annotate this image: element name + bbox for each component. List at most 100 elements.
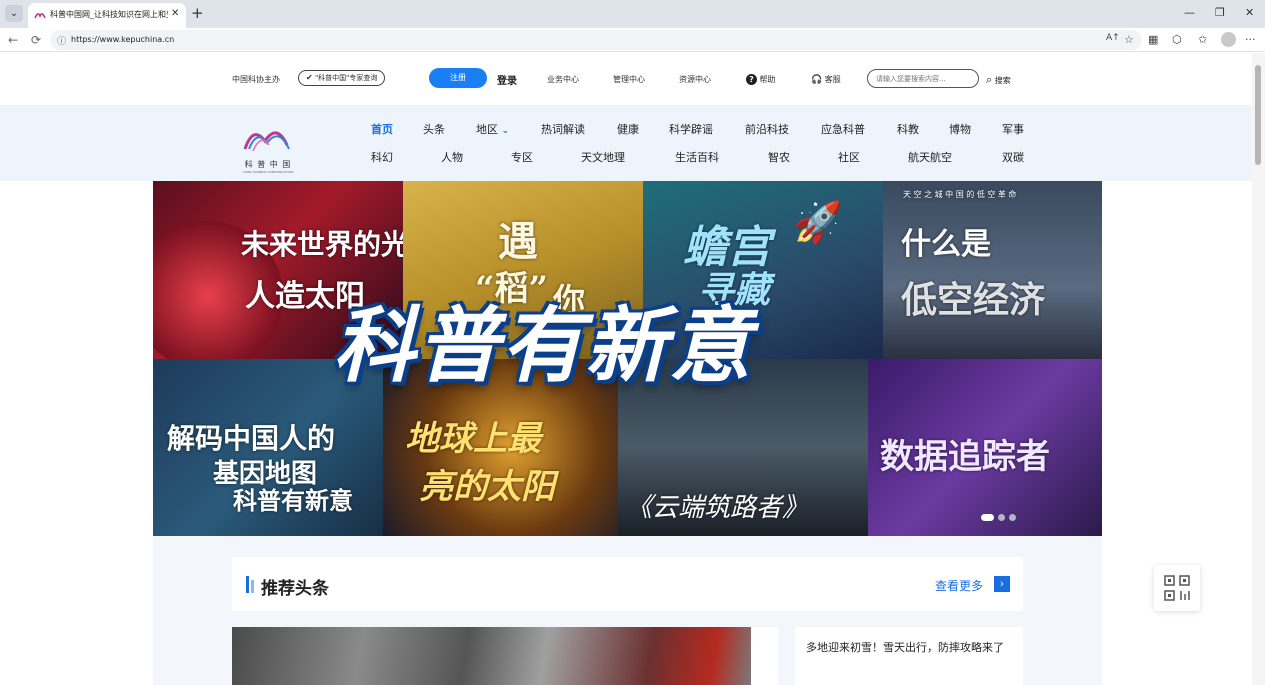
carousel-dot-2[interactable]	[998, 514, 1005, 521]
page-scrollbar[interactable]	[1252, 53, 1265, 685]
maximize-button[interactable]: ❐	[1215, 6, 1225, 19]
banner-text-p4-line1: 什么是	[901, 227, 991, 262]
nav-museum[interactable]: 博物	[949, 121, 971, 137]
login-link[interactable]: 登录	[497, 72, 517, 87]
resource-center-link[interactable]: 资源中心	[679, 74, 711, 85]
search-label: 搜索	[994, 76, 1011, 85]
headset-icon: 🎧	[811, 75, 823, 85]
chevron-right-icon[interactable]: ›	[994, 576, 1010, 592]
nav-scifi[interactable]: 科幻	[371, 149, 393, 165]
view-more-link[interactable]: 查看更多	[935, 577, 983, 594]
nav-frontier[interactable]: 前沿科技	[745, 121, 789, 137]
business-center-link[interactable]: 业务中心	[547, 74, 579, 85]
nav-health[interactable]: 健康	[617, 121, 639, 137]
extensions-puzzle-icon[interactable]: ⬡	[1172, 33, 1182, 46]
close-window-button[interactable]: ✕	[1245, 6, 1254, 19]
favorites-icon[interactable]: ✩	[1198, 33, 1207, 46]
banner-text-p5-line1: 解码中国人的	[167, 422, 336, 455]
nav-emergency[interactable]: 应急科普	[821, 121, 865, 137]
title-accent-bar	[246, 576, 249, 593]
help-icon: ?	[746, 74, 757, 85]
nav-life[interactable]: 生活百科	[675, 149, 719, 165]
nav-community[interactable]: 社区	[838, 149, 860, 165]
image-gap	[751, 627, 778, 685]
banner-text-p4-top: 天 空 之 城 中 国 的 低 空 革 命	[903, 190, 1017, 199]
search-button[interactable]: ⌕ 搜索	[986, 73, 1011, 87]
logo-emblem-icon	[243, 131, 290, 152]
nav-education[interactable]: 科教	[897, 121, 919, 137]
tab-close-icon[interactable]: ✕	[171, 8, 179, 19]
back-icon[interactable]: ←	[8, 33, 18, 47]
tab-title: 科普中国网_让科技知识在网上和生	[50, 10, 168, 19]
new-tab-button[interactable]: +	[191, 4, 204, 22]
nav-special[interactable]: 专区	[511, 149, 533, 165]
minimize-button[interactable]: —	[1184, 6, 1195, 19]
carousel-dots	[981, 506, 1020, 525]
nav-region[interactable]: 地区 ⌄	[476, 121, 509, 137]
active-tab[interactable]: 科普中国网_让科技知识在网上和生 ✕	[28, 3, 186, 28]
nav-people[interactable]: 人物	[441, 149, 463, 165]
admin-center-link[interactable]: 管理中心	[613, 74, 645, 85]
nav-home[interactable]: 首页	[371, 121, 393, 137]
recommend-header: 推荐头条 查看更多 ›	[232, 557, 1023, 611]
carousel-dot-1[interactable]	[981, 514, 994, 521]
help-label: 帮助	[759, 75, 776, 84]
expert-query-button[interactable]: ✔ "科普中国"专家查询	[298, 70, 386, 86]
profile-avatar[interactable]	[1221, 32, 1236, 47]
more-menu-icon[interactable]: ···	[1245, 33, 1256, 46]
nav-astronomy[interactable]: 天文地理	[581, 149, 625, 165]
url-text[interactable]: https://www.kepuchina.cn	[71, 35, 174, 44]
nav-aerospace[interactable]: 航天航空	[908, 149, 952, 165]
logo-text-en: CHINA SCIENCE COMMUNICATION	[242, 170, 294, 174]
title-accent-bar-2	[251, 580, 254, 593]
carousel-dot-3[interactable]	[1009, 514, 1016, 521]
register-button[interactable]: 注册	[429, 68, 487, 88]
nav-rumor[interactable]: 科学辟谣	[669, 121, 713, 137]
expert-query-label: "科普中国"专家查询	[314, 74, 378, 82]
nav-agriculture[interactable]: 智农	[768, 149, 790, 165]
scrollbar-thumb[interactable]	[1255, 65, 1261, 165]
web-page: 中国科协主办 ✔ "科普中国"专家查询 注册 登录 业务中心 管理中心 资源中心…	[0, 53, 1252, 685]
qr-code-icon	[1164, 575, 1190, 601]
main-navigation: 科 普 中 国 CHINA SCIENCE COMMUNICATION 首页 头…	[0, 105, 1252, 181]
address-bar[interactable]: ⓘ https://www.kepuchina.cn	[50, 30, 1142, 50]
hero-carousel[interactable]: 未来世界的光 人造太阳 遇 “稻” 你 蟾宫 寻藏 🚀 天 空 之 城 中 国 …	[153, 181, 1102, 536]
site-logo[interactable]: 科 普 中 国 CHINA SCIENCE COMMUNICATION	[231, 119, 305, 174]
nav-carbon[interactable]: 双碳	[1002, 149, 1024, 165]
favorite-star-icon[interactable]: ☆	[1124, 33, 1134, 46]
banner-text-p4-line2: 低空经济	[901, 279, 1046, 321]
banner-text-p8: 数据追踪者	[880, 437, 1050, 477]
help-link[interactable]: ? 帮助	[746, 74, 776, 85]
rocket-icon: 🚀	[793, 200, 843, 246]
tab-list-button[interactable]: ⌄	[5, 5, 23, 22]
nav-hot-words[interactable]: 热词解读	[541, 121, 585, 137]
check-circle-icon: ✔	[306, 73, 313, 82]
headline-news-text[interactable]: 多地迎来初雪！雪天出行，防摔攻略来了	[806, 639, 1018, 656]
service-label: 客服	[824, 75, 841, 84]
address-bar-row: ← ⟳ ⓘ https://www.kepuchina.cn A↑ ☆ ▦ ⬡ …	[0, 28, 1265, 52]
logo-text-cn: 科 普 中 国	[244, 160, 292, 169]
service-link[interactable]: 🎧 客服	[811, 74, 841, 85]
recommend-title: 推荐头条	[261, 579, 329, 599]
headline-image[interactable]	[232, 627, 751, 685]
host-text: 中国科协主办	[232, 75, 280, 84]
nav-headlines[interactable]: 头条	[423, 121, 445, 137]
qr-code-button[interactable]	[1154, 565, 1200, 611]
read-aloud-icon[interactable]: A↑	[1106, 33, 1120, 43]
banner-text-p2-a: 遇	[498, 218, 538, 265]
banner-text-p6-line1: 地球上最	[405, 419, 541, 459]
search-icon: ⌕	[986, 73, 993, 86]
kepuchina-logo-icon	[34, 13, 46, 19]
extension-icon[interactable]: ▦	[1148, 33, 1158, 46]
banner-text-p6-line2: 亮的太阳	[419, 467, 555, 507]
refresh-icon[interactable]: ⟳	[31, 33, 41, 47]
browser-tab-bar: ⌄ 科普中国网_让科技知识在网上和生 ✕ + — ❐ ✕	[0, 0, 1265, 28]
headline-news-card[interactable]: 多地迎来初雪！雪天出行，防摔攻略来了	[795, 627, 1023, 685]
banner-text-p5-line3: 科普有新意	[233, 487, 353, 515]
banner-panel-low-altitude[interactable]: 天 空 之 城 中 国 的 低 空 革 命 什么是 低空经济	[883, 181, 1102, 359]
search-input[interactable]	[867, 69, 979, 88]
banner-main-title: 科普有新意	[333, 299, 753, 394]
nav-military[interactable]: 军事	[1002, 121, 1024, 137]
banner-text-p7: 《云端筑路者》	[626, 493, 809, 523]
lock-icon: ⓘ	[57, 37, 67, 47]
